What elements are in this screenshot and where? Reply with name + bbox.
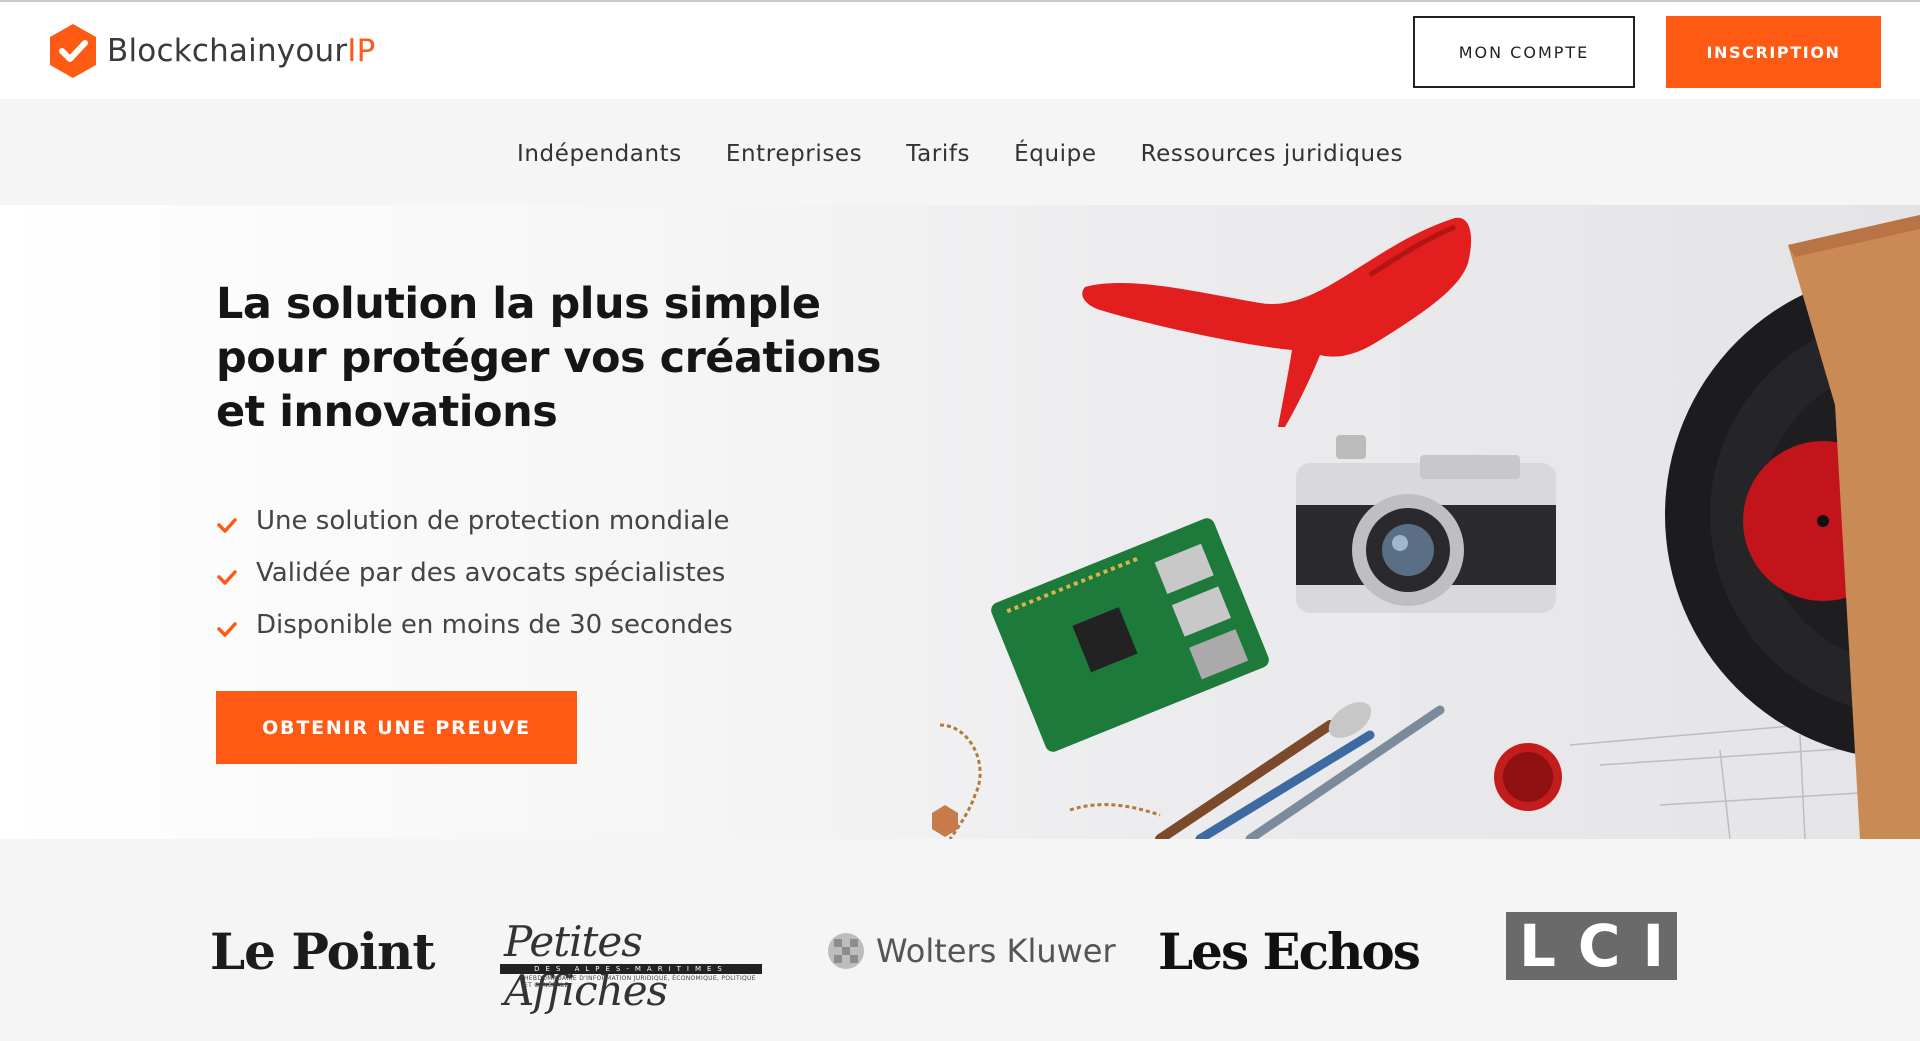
hero-section: La solution la plus simple pour protéger… [0, 205, 1920, 839]
press-logo-petites-affiches: Petites Affiches DES ALPES-MARITIMES HEB… [500, 917, 762, 1015]
feature-item: Une solution de protection mondiale [216, 495, 733, 547]
site-header: BlockchainyourIP MON COMPTE INSCRIPTION [0, 0, 1920, 99]
feature-text: Disponible en moins de 30 secondes [256, 610, 733, 640]
petites-affiches-tagline: HEBDOMADAIRE D'INFORMATION JURIDIQUE, ÉC… [524, 975, 756, 989]
nav-item-tarifs[interactable]: Tarifs [906, 137, 970, 167]
press-logo-le-point: Le Point [210, 922, 435, 981]
wolters-kluwer-text: Wolters Kluwer [876, 932, 1116, 970]
paint-brushes-image [1155, 702, 1562, 839]
feature-item: Validée par des avocats spécialistes [216, 547, 733, 599]
checkmark-icon [217, 570, 237, 585]
nav-item-equipe[interactable]: Équipe [1014, 137, 1096, 167]
feature-item: Disponible en moins de 30 secondes [216, 599, 733, 651]
press-logo-les-echos: Les Echos [1158, 922, 1421, 981]
main-nav: Indépendants Entreprises Tarifs Équipe R… [0, 99, 1920, 205]
brand-logo[interactable]: BlockchainyourIP [47, 22, 376, 80]
brand-name: BlockchainyourIP [107, 33, 376, 69]
press-section: Le Point Petites Affiches DES ALPES-MARI… [0, 839, 1920, 1041]
nav-item-independants[interactable]: Indépendants [517, 137, 682, 167]
nav-item-entreprises[interactable]: Entreprises [726, 137, 862, 167]
press-logo-lci: LCI [1506, 912, 1677, 980]
circuit-board-image [991, 518, 1269, 752]
wolters-kluwer-mark-icon [828, 933, 864, 969]
nav-item-ressources[interactable]: Ressources juridiques [1141, 137, 1403, 167]
checkmark-icon [217, 622, 237, 637]
camera-image [1296, 435, 1556, 613]
checkmark-icon [217, 518, 237, 533]
feature-list: Une solution de protection mondiale Vali… [216, 495, 733, 651]
petites-affiches-sub: DES ALPES-MARITIMES [534, 965, 728, 973]
account-button[interactable]: MON COMPTE [1413, 16, 1635, 88]
hero-illustration [932, 215, 1920, 839]
petites-affiches-bar: DES ALPES-MARITIMES [500, 964, 762, 974]
lci-text: LCI [1518, 912, 1687, 980]
press-logo-wolters-kluwer: Wolters Kluwer [826, 931, 1116, 971]
hero-title: La solution la plus simple pour protéger… [216, 279, 882, 437]
check-badge-icon [50, 24, 96, 78]
signup-button[interactable]: INSCRIPTION [1666, 16, 1881, 88]
feature-text: Validée par des avocats spécialistes [256, 558, 726, 588]
red-shoe-image [1082, 217, 1472, 427]
feature-text: Une solution de protection mondiale [256, 506, 730, 536]
get-proof-button[interactable]: OBTENIR UNE PREUVE [216, 691, 577, 764]
